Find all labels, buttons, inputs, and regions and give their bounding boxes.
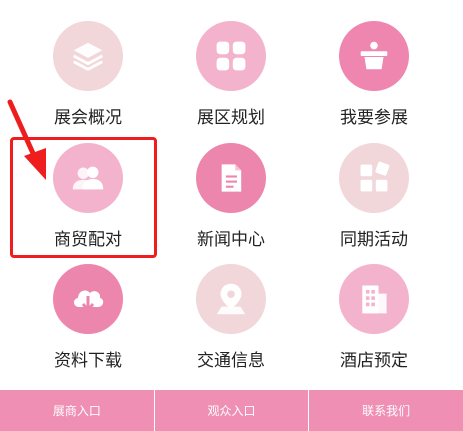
red-arrow-icon <box>7 99 46 180</box>
menu-item-transport-info[interactable]: 交通信息 <box>156 243 306 371</box>
layers-icon <box>53 21 123 91</box>
squares-icon <box>339 143 409 213</box>
menu-item-news-center[interactable]: 新闻中心 <box>156 122 306 250</box>
divider <box>153 390 155 431</box>
menu-item-downloads[interactable]: 资料下载 <box>13 243 163 371</box>
document-icon <box>196 143 266 213</box>
menu-item-hotel-booking[interactable]: 酒店预定 <box>299 243 449 371</box>
podium-icon <box>339 21 409 91</box>
building-icon <box>339 264 409 334</box>
divider <box>308 390 310 431</box>
map-pin-icon <box>196 264 266 334</box>
menu-item-concurrent-events[interactable]: 同期活动 <box>299 122 449 250</box>
contact-us-button[interactable]: 联系我们 <box>309 390 463 431</box>
footer-bar: 展商入口 观众入口 联系我们 <box>0 390 463 431</box>
menu-item-label: 交通信息 <box>197 351 265 371</box>
menu-item-hall-planning[interactable]: 展区规划 <box>156 0 306 128</box>
visitor-entry-button[interactable]: 观众入口 <box>154 390 309 431</box>
menu-item-exhibit-apply[interactable]: 我要参展 <box>299 0 449 128</box>
grid-squares-icon <box>196 21 266 91</box>
exhibitor-entry-button[interactable]: 展商入口 <box>0 390 154 431</box>
menu-item-label: 酒店预定 <box>340 351 408 371</box>
menu-item-label: 资料下载 <box>54 351 122 371</box>
cloud-download-icon <box>53 264 123 334</box>
